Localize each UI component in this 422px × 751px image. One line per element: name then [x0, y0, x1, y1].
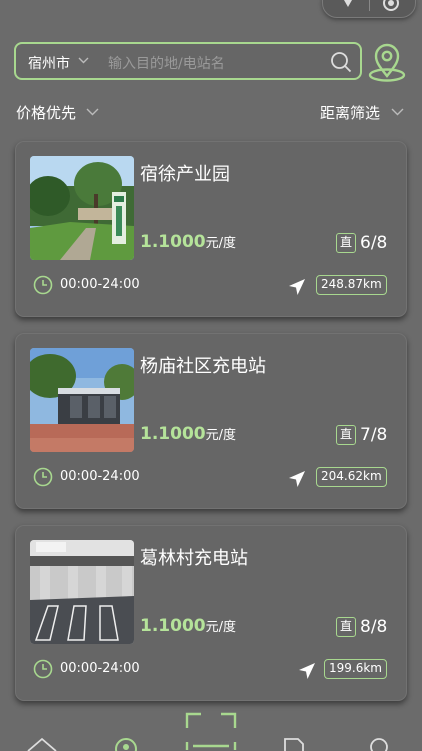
- station-card[interactable]: 葛林村充电站 1.1000元/度 直 8/8 00:00-24:00 199.6k…: [15, 525, 407, 701]
- price-unit: 元/度: [205, 236, 236, 251]
- price-value: 1.1000: [140, 616, 206, 636]
- opening-hours: 00:00-24:00: [60, 469, 140, 484]
- profile-icon[interactable]: [368, 737, 390, 751]
- search-bar: 宿州市 输入目的地/电站名: [14, 42, 362, 80]
- station-photo: [30, 540, 134, 644]
- search-icon[interactable]: [330, 51, 352, 73]
- scan-icon[interactable]: [185, 712, 237, 750]
- pile-count: 7/8: [360, 424, 388, 445]
- station-card[interactable]: 宿徐产业园 1.1000元/度 直 6/8 00:00-24:00 248.87k…: [15, 141, 407, 317]
- pile-count: 8/8: [360, 616, 388, 637]
- price-unit: 元/度: [205, 620, 236, 635]
- clock-icon: [33, 275, 53, 295]
- target-icon[interactable]: [381, 0, 401, 13]
- sort-filter[interactable]: 价格优先: [16, 102, 76, 123]
- chevron-down-icon[interactable]: [86, 108, 99, 116]
- search-input[interactable]: 输入目的地/电站名: [108, 53, 225, 73]
- pile-availability: 直 8/8: [336, 616, 387, 637]
- station-name: 杨庙社区充电站: [140, 356, 266, 377]
- city-selector[interactable]: 宿州市: [28, 53, 70, 73]
- opening-hours: 00:00-24:00: [60, 661, 140, 676]
- price-unit: 元/度: [205, 428, 236, 443]
- location-pin-icon[interactable]: [366, 41, 408, 83]
- station-price: 1.1000元/度: [140, 616, 236, 636]
- navigation-arrow-icon[interactable]: [298, 662, 316, 680]
- station-price: 1.1000元/度: [140, 424, 236, 444]
- home-icon[interactable]: [26, 737, 58, 751]
- map-tools-pill: [322, 0, 416, 18]
- dc-badge: 直: [336, 616, 356, 637]
- pile-availability: 直 6/8: [336, 232, 387, 253]
- price-value: 1.1000: [140, 424, 206, 444]
- navigation-arrow-icon[interactable]: [288, 278, 306, 296]
- navigation-arrow-icon[interactable]: [288, 470, 306, 488]
- dc-badge: 直: [336, 232, 356, 253]
- distance-badge: 248.87km: [316, 275, 387, 295]
- pile-availability: 直 7/8: [336, 424, 387, 445]
- station-photo: [30, 348, 134, 452]
- chevron-down-icon[interactable]: [391, 108, 404, 116]
- order-icon[interactable]: [282, 737, 306, 751]
- clock-icon: [33, 467, 53, 487]
- distance-filter[interactable]: 距离筛选: [320, 102, 380, 123]
- map-icon[interactable]: [114, 737, 138, 751]
- distance-badge: 199.6km: [324, 659, 387, 679]
- pile-count: 6/8: [360, 232, 388, 253]
- station-price: 1.1000元/度: [140, 232, 236, 252]
- clock-icon: [33, 659, 53, 679]
- distance-badge: 204.62km: [316, 467, 387, 487]
- station-name: 葛林村充电站: [140, 548, 248, 569]
- dc-badge: 直: [336, 424, 356, 445]
- chevron-down-icon[interactable]: [78, 57, 89, 64]
- opening-hours: 00:00-24:00: [60, 277, 140, 292]
- station-photo: [30, 156, 134, 260]
- station-card[interactable]: 杨庙社区充电站 1.1000元/度 直 7/8 00:00-24:00 204.6…: [15, 333, 407, 509]
- station-name: 宿徐产业园: [140, 164, 230, 185]
- pin-icon[interactable]: [343, 0, 353, 7]
- price-value: 1.1000: [140, 232, 206, 252]
